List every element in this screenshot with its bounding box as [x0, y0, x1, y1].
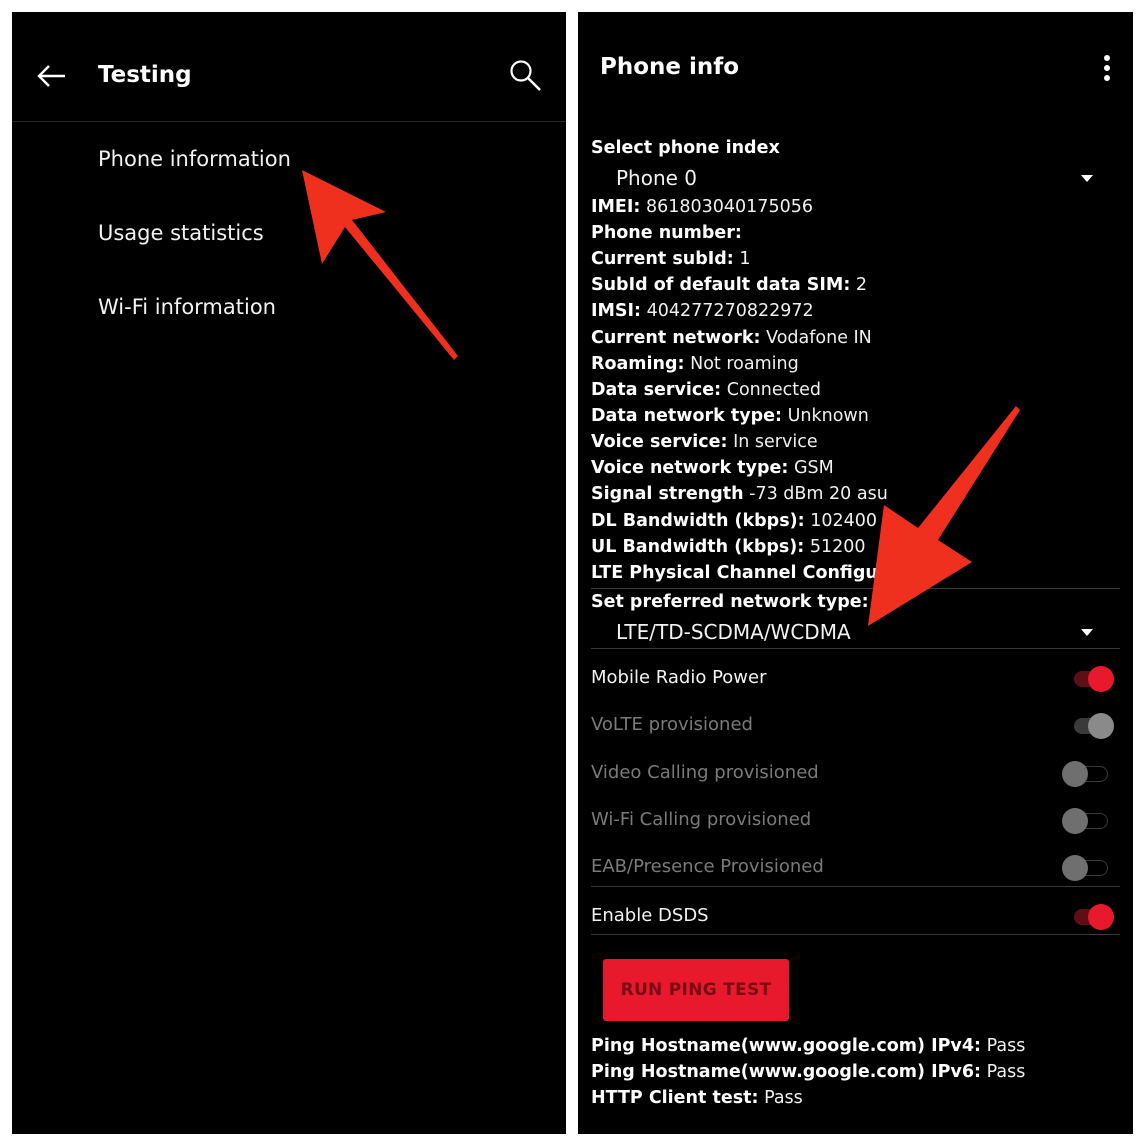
phone-info-screen: Phone info Select phone index Phone 0 IM…: [578, 12, 1133, 1134]
info-row: IMEI: 861803040175056: [591, 197, 813, 217]
divider: [591, 886, 1120, 887]
divider: [591, 648, 1120, 649]
dropdown-caret-icon: [1081, 629, 1093, 636]
mobile-radio-power-toggle[interactable]: [1070, 664, 1116, 694]
wifi-calling-provisioned-toggle: [1062, 806, 1116, 836]
video-calling-provisioned-label: Video Calling provisioned: [591, 762, 819, 783]
info-row: Current subId: 1: [591, 249, 751, 269]
info-row: UL Bandwidth (kbps): 51200: [591, 537, 866, 557]
enable-dsds-toggle[interactable]: [1070, 902, 1116, 932]
info-row: Voice network type: GSM: [591, 458, 834, 478]
info-row: Phone number:: [591, 223, 742, 243]
divider: [591, 588, 1120, 589]
info-row: Current network: Vodafone IN: [591, 328, 872, 348]
page-title: Testing: [98, 62, 192, 88]
ping-result-row: Ping Hostname(www.google.com) IPv4: Pass: [591, 1036, 1026, 1056]
testing-app-bar: Testing: [12, 12, 566, 122]
info-row: Data network type: Unknown: [591, 406, 869, 426]
search-icon[interactable]: [506, 56, 546, 96]
more-vert-icon[interactable]: [1094, 52, 1120, 86]
info-row: DL Bandwidth (kbps): 102400: [591, 511, 878, 531]
dropdown-caret-icon: [1081, 175, 1093, 182]
info-row: LTE Physical Channel Configurati: [591, 563, 913, 583]
network-type-value: LTE/TD-SCDMA/WCDMA: [616, 620, 851, 644]
arrow-left-icon[interactable]: [34, 58, 70, 94]
menu-item-wifi-information[interactable]: Wi-Fi information: [98, 295, 276, 319]
volte-provisioned-label: VoLTE provisioned: [591, 714, 753, 735]
menu-item-usage-statistics[interactable]: Usage statistics: [98, 221, 264, 245]
http-result-row: HTTP Client test: Pass: [591, 1088, 803, 1108]
divider: [591, 934, 1120, 935]
ping-result-row: Ping Hostname(www.google.com) IPv6: Pass: [591, 1062, 1026, 1082]
mobile-radio-power-label: Mobile Radio Power: [591, 667, 767, 688]
enable-dsds-label: Enable DSDS: [591, 905, 709, 926]
info-row: Voice service: In service: [591, 432, 818, 452]
volte-provisioned-toggle: [1070, 711, 1116, 741]
info-row: IMSI: 404277270822972: [591, 301, 814, 321]
network-type-label: Set preferred network type:: [591, 592, 869, 612]
annotation-arrow: [868, 406, 1020, 626]
run-ping-test-button[interactable]: RUN PING TEST: [603, 959, 789, 1021]
annotation-arrow: [302, 170, 458, 360]
video-calling-provisioned-toggle: [1062, 759, 1116, 789]
eab-presence-provisioned-toggle: [1062, 853, 1116, 883]
testing-screen: Testing Phone information Usage statisti…: [12, 12, 566, 1134]
eab-presence-provisioned-label: EAB/Presence Provisioned: [591, 856, 824, 877]
info-row: Data service: Connected: [591, 380, 821, 400]
select-phone-label: Select phone index: [591, 138, 780, 158]
info-row: Signal strength -73 dBm 20 asu: [591, 484, 888, 504]
page-title: Phone info: [600, 54, 740, 80]
info-row: Roaming: Not roaming: [591, 354, 799, 374]
phone-index-value: Phone 0: [616, 166, 698, 190]
menu-item-phone-information[interactable]: Phone information: [98, 147, 291, 171]
wifi-calling-provisioned-label: Wi-Fi Calling provisioned: [591, 809, 812, 830]
info-row: SubId of default data SIM: 2: [591, 275, 868, 295]
